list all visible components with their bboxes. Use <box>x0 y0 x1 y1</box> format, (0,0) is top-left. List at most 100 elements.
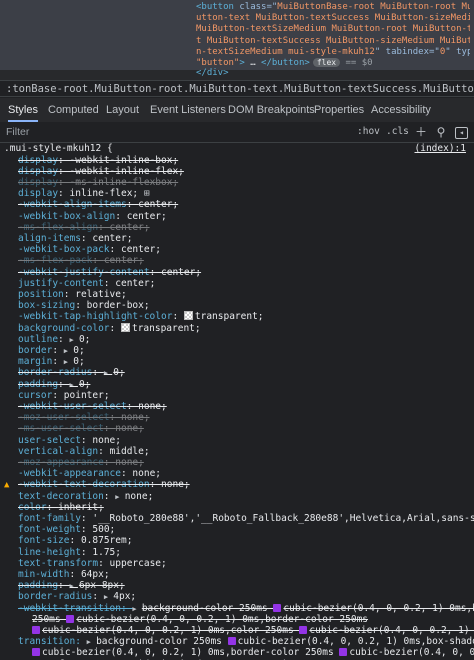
colon: : <box>75 300 87 312</box>
styles-filter-bar: Filter :hov .cls ＋ ⚲ ◂ <box>0 122 474 143</box>
css-declaration[interactable]: display: -webkit-inline-box; <box>18 155 178 166</box>
flex-badge[interactable]: flex <box>312 58 341 67</box>
dom-line[interactable]: t MuiButton-textSuccess MuiButton-sizeMe… <box>196 36 470 47</box>
webkit-transition-line[interactable]: cubic-bezier(0.4, 0, 0.2, 1) 0ms,color 2… <box>32 625 474 636</box>
filter-input[interactable]: Filter <box>6 122 29 142</box>
class-toggle[interactable]: .cls <box>386 122 409 142</box>
colon: : <box>172 311 184 323</box>
css-declaration[interactable]: background-color: transparent; <box>18 322 201 334</box>
property-value: none; <box>161 479 190 491</box>
bezier-editor-icon[interactable] <box>32 648 40 657</box>
transition-line[interactable]: cubic-bezier(0.4, 0, 0.2, 1) 0ms,border-… <box>32 647 474 658</box>
dom-line[interactable]: <button class="MuiButtonBase-root MuiBut… <box>196 2 470 13</box>
closing-div-tag[interactable]: </div> <box>196 68 470 79</box>
colon: : <box>69 535 81 547</box>
declaration-text: background-color 250ms <box>96 636 228 648</box>
tab-event-listeners[interactable]: Event Listeners <box>150 98 226 122</box>
rule-selector[interactable]: .mui-style-mkuh12 { <box>4 143 113 154</box>
paint-brush-icon[interactable]: ⚲ <box>434 125 448 139</box>
css-declaration[interactable]: -webkit-user-select: none; <box>18 401 167 412</box>
css-declaration[interactable]: user-select: none; <box>18 435 121 446</box>
property-name: outline <box>18 333 59 345</box>
bezier-editor-icon[interactable] <box>273 603 282 612</box>
css-declaration[interactable]: -webkit-align-items: center; <box>18 199 178 210</box>
dom-token: " tabindex=" <box>374 46 440 57</box>
css-declaration[interactable]: font-family: '__Roboto_280e88','__Roboto… <box>18 513 474 524</box>
css-declaration[interactable]: cursor: pointer; <box>18 390 110 401</box>
bezier-editor-icon[interactable] <box>32 625 40 634</box>
css-declaration[interactable]: line-height: 1.75; <box>18 547 121 558</box>
colon: : <box>126 199 139 211</box>
colon: : <box>58 333 70 345</box>
css-declaration[interactable]: -moz-appearance: none; <box>18 457 144 468</box>
property-name: border <box>18 344 53 356</box>
dom-token: utton-text MuiButton-textSuccess MuiButt… <box>196 13 470 24</box>
property-name: display <box>18 188 59 200</box>
bezier-editor-icon[interactable] <box>227 637 236 646</box>
property-value: transparent; <box>131 322 201 334</box>
tab-computed[interactable]: Computed <box>48 98 99 122</box>
css-declaration[interactable]: display: -webkit-inline-flex; <box>18 166 184 177</box>
declaration-text: cubic-bezier(0.4, 0, 0.2, 1) 0ms,color 2… <box>42 624 300 636</box>
css-declaration[interactable]: -webkit-box-pack: center; <box>18 244 161 255</box>
bezier-editor-icon[interactable] <box>299 625 308 634</box>
webkit-transition-line[interactable]: 250ms cubic-bezier(0.4, 0, 0.2, 1) 0ms,b… <box>32 614 368 625</box>
expand-triangle-icon: ▶ <box>69 335 78 344</box>
new-rule-icon[interactable]: ＋ <box>414 125 428 139</box>
breadcrumb[interactable]: :tonBase-root.MuiButton-root.MuiButton-t… <box>0 80 474 97</box>
css-declaration[interactable]: -webkit-text-decoration: none; <box>18 479 190 490</box>
property-value: 64px; <box>80 568 110 580</box>
hover-state-toggle[interactable]: :hov <box>357 122 380 142</box>
rule-source-link[interactable]: (index):1 <box>415 143 466 154</box>
dom-token: t MuiButton-textSuccess MuiButton-sizeMe… <box>196 35 470 46</box>
css-declaration[interactable]: display: -ms-inline-flexbox; <box>18 177 178 188</box>
dom-line[interactable]: utton-text MuiButton-textSuccess MuiButt… <box>196 13 470 24</box>
css-declaration[interactable]: justify-content: center; <box>18 278 155 289</box>
css-declaration[interactable]: -moz-user-select: none; <box>18 412 150 423</box>
colon: : <box>63 288 76 300</box>
property-name: min-width <box>18 568 70 580</box>
css-declaration[interactable]: -webkit-tap-highlight-color: transparent… <box>18 311 264 322</box>
bezier-editor-icon[interactable] <box>66 614 75 623</box>
tab-styles[interactable]: Styles <box>8 98 38 122</box>
property-name: -moz-appearance <box>18 456 104 468</box>
css-declaration[interactable]: vertical-align: middle; <box>18 446 150 457</box>
css-declaration[interactable]: -webkit-justify-content: center; <box>18 267 201 278</box>
property-name: justify-content <box>18 277 104 289</box>
css-declaration[interactable]: -webkit-appearance: none; <box>18 468 161 479</box>
tab-accessibility[interactable]: Accessibility <box>371 98 431 122</box>
expand-triangle-icon: ▶ <box>69 380 78 389</box>
bezier-editor-icon[interactable] <box>339 648 348 657</box>
colon: : <box>80 512 93 524</box>
css-declaration[interactable]: display: inline-flex; ⊞ <box>18 188 150 199</box>
css-declaration[interactable]: -webkit-box-align: center; <box>18 211 167 222</box>
css-declaration[interactable]: -ms-flex-align: center; <box>18 222 150 233</box>
css-declaration[interactable]: -ms-user-select: none; <box>18 423 144 434</box>
color-swatch[interactable] <box>183 311 193 321</box>
css-declaration[interactable]: box-sizing: border-box; <box>18 300 150 311</box>
property-value: center; <box>92 232 133 244</box>
css-declaration[interactable]: text-transform: uppercase; <box>18 558 167 569</box>
property-value: center; <box>161 266 202 278</box>
css-declaration[interactable]: align-items: center; <box>18 233 132 244</box>
toggle-sidebar-icon[interactable]: ◂ <box>455 127 468 139</box>
declaration-text: cubic-bezier(0.4, 0, 0.2, 1) 0ms,box-sha… <box>237 636 474 648</box>
dom-line[interactable]: n-textSizeMedium mui-style-mkuh12" tabin… <box>196 47 470 58</box>
flexbox-editor-icon[interactable]: ⊞ <box>138 188 150 199</box>
css-declaration[interactable]: font-size: 0.875rem; <box>18 535 132 546</box>
css-declaration[interactable]: color: inherit; <box>18 502 104 513</box>
tab-properties[interactable]: Properties <box>314 98 364 122</box>
tab-dom-breakpoints[interactable]: DOM Breakpoints <box>228 98 315 122</box>
warning-icon[interactable]: ▲ <box>4 480 14 490</box>
colon: : <box>58 154 70 166</box>
css-declaration[interactable]: -ms-flex-pack: center; <box>18 255 144 266</box>
dom-line[interactable]: MuiButton-textSizeMedium MuiButton-root … <box>196 24 470 35</box>
css-declaration[interactable]: font-weight: 500; <box>18 524 115 535</box>
css-declaration[interactable]: position: relative; <box>18 289 127 300</box>
tab-layout[interactable]: Layout <box>106 98 139 122</box>
css-declaration[interactable]: min-width: 64px; <box>18 569 110 580</box>
property-name: border-radius <box>18 591 93 603</box>
property-name: vertical-align <box>18 445 99 457</box>
color-swatch[interactable] <box>120 322 130 332</box>
property-value: 0.875rem; <box>80 535 133 547</box>
